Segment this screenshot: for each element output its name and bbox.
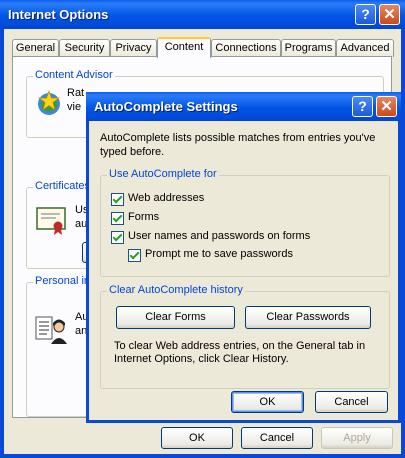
web-addresses-label[interactable]: Web addresses — [128, 192, 204, 204]
autocomplete-description: AutoComplete lists possible matches from… — [100, 132, 376, 158]
tab-programs[interactable]: Programs — [281, 39, 336, 57]
help-icon[interactable]: ? — [355, 4, 376, 25]
content-advisor-icon — [37, 89, 61, 115]
profile-assistant-icon — [35, 316, 67, 344]
forms-label[interactable]: Forms — [128, 211, 159, 223]
tab-security[interactable]: Security — [59, 39, 110, 57]
content-advisor-text-2: vie — [67, 101, 82, 113]
autocomplete-client: AutoComplete lists possible matches from… — [89, 121, 398, 420]
tab-general[interactable]: General — [12, 39, 59, 57]
clear-history-label: Clear AutoComplete history — [107, 284, 245, 296]
help-icon[interactable]: ? — [352, 96, 373, 117]
clear-forms-button[interactable]: Clear Forms — [116, 306, 235, 329]
ok-button[interactable]: OK — [161, 427, 233, 449]
use-autocomplete-group: Use AutoComplete for Web addresses Forms… — [100, 168, 390, 277]
apply-button: Apply — [321, 427, 393, 449]
internet-options-titlebar[interactable]: Internet Options ? ✕ — [0, 0, 405, 29]
clear-passwords-button[interactable]: Clear Passwords — [245, 306, 371, 329]
tab-advanced[interactable]: Advanced — [336, 39, 394, 57]
window-title: Internet Options — [8, 7, 109, 22]
web-addresses-checkbox[interactable] — [111, 193, 124, 206]
user-names-passwords-label[interactable]: User names and passwords on forms — [128, 230, 310, 242]
prompt-save-passwords-label[interactable]: Prompt me to save passwords — [145, 248, 293, 260]
use-autocomplete-label: Use AutoComplete for — [107, 168, 219, 180]
clear-history-note: To clear Web address entries, on the Gen… — [114, 340, 366, 365]
cancel-button[interactable]: Cancel — [241, 427, 313, 449]
autocomplete-titlebar[interactable]: AutoComplete Settings ? ✕ — [86, 92, 401, 121]
prompt-save-passwords-checkbox[interactable] — [128, 249, 141, 262]
content-advisor-label: Content Advisor — [33, 69, 115, 81]
user-names-passwords-checkbox[interactable] — [111, 231, 124, 244]
dialog-title: AutoComplete Settings — [94, 99, 238, 114]
certificates-label: Certificates — [33, 180, 93, 192]
autocomplete-settings-dialog: AutoComplete Settings ? ✕ AutoComplete l… — [86, 92, 401, 423]
tab-privacy[interactable]: Privacy — [110, 39, 157, 57]
certificate-icon — [36, 207, 66, 235]
clear-history-group: Clear AutoComplete history Clear Forms C… — [100, 284, 390, 389]
close-icon[interactable]: ✕ — [376, 96, 397, 117]
close-icon[interactable]: ✕ — [379, 4, 400, 25]
tab-connections[interactable]: Connections — [211, 39, 281, 57]
content-advisor-text-1: Rat — [67, 87, 85, 99]
dialog-cancel-button[interactable]: Cancel — [315, 391, 388, 413]
forms-checkbox[interactable] — [111, 212, 124, 225]
tab-content[interactable]: Content — [157, 37, 211, 58]
dialog-ok-button[interactable]: OK — [231, 391, 304, 413]
